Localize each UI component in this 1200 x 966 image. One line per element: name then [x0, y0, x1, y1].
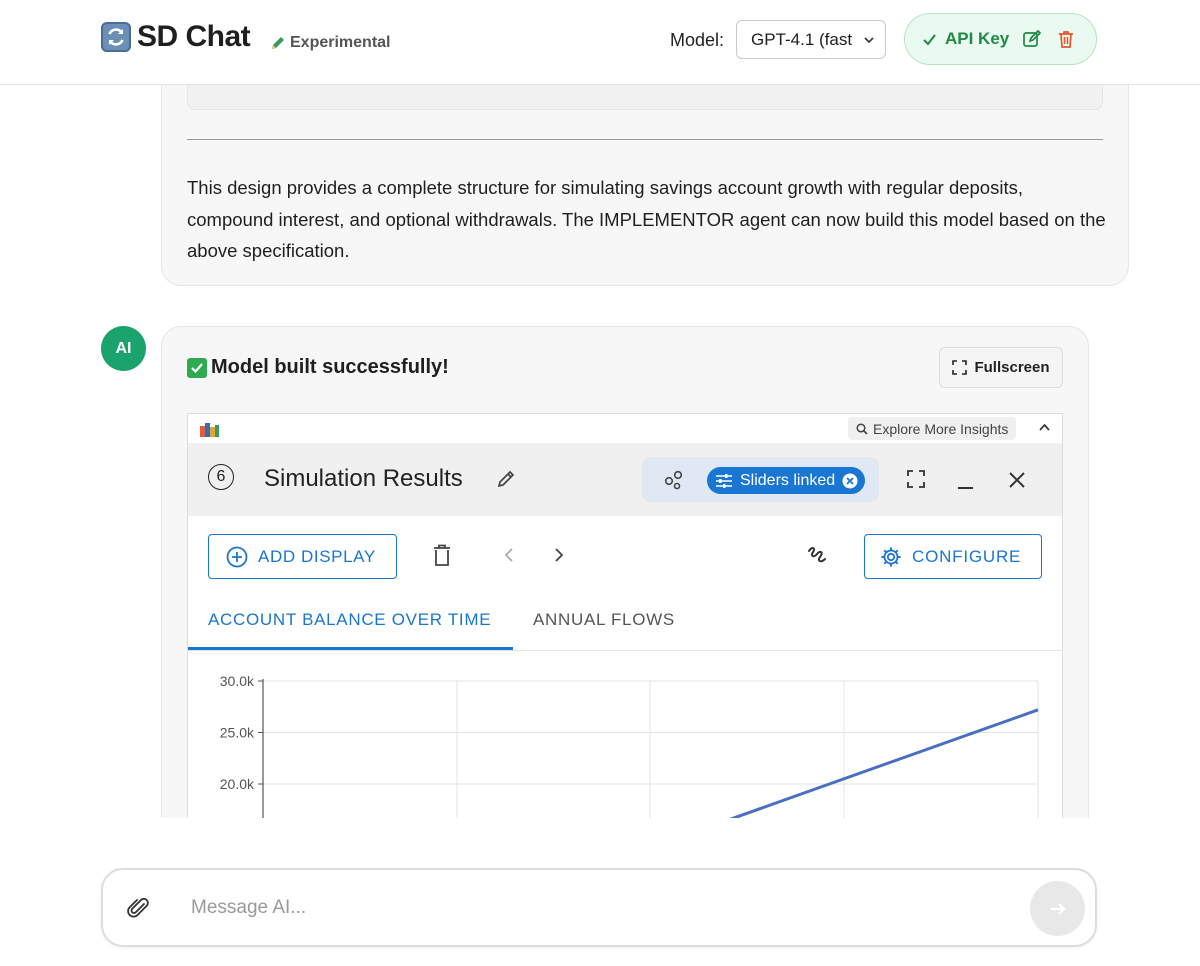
chevron-down-icon	[864, 37, 874, 44]
expand-icon[interactable]	[907, 470, 925, 488]
explore-insights-button[interactable]: Explore More Insights	[848, 417, 1017, 440]
api-key-status: API Key	[904, 13, 1097, 65]
paperclip-icon[interactable]	[127, 896, 151, 920]
configure-button[interactable]: CONFIGURE	[864, 534, 1042, 579]
tab-account-balance[interactable]: ACCOUNT BALANCE OVER TIME	[208, 610, 491, 630]
previous-message-text: This design provides a complete structur…	[187, 177, 1106, 261]
y-tick-label: 20.0k	[220, 776, 255, 792]
delete-display-icon[interactable]	[433, 544, 451, 566]
edit-icon[interactable]	[1022, 29, 1042, 49]
model-label: Model:	[670, 30, 725, 50]
chevron-up-icon[interactable]	[1038, 422, 1051, 432]
status-text: Model built successfully!	[211, 356, 449, 378]
divider	[187, 139, 1103, 140]
remove-chip-icon[interactable]	[842, 473, 858, 489]
search-icon	[856, 422, 868, 435]
y-tick-label: 25.0k	[220, 725, 255, 741]
panel-number: 6	[208, 464, 234, 490]
chevron-left-icon[interactable]	[504, 547, 514, 563]
series-line	[727, 708, 1039, 822]
edit-title-icon[interactable]	[496, 469, 516, 489]
panel-header: 6 Simulation Results Sliders linked	[188, 443, 1062, 516]
panel-title: Simulation Results	[264, 465, 463, 492]
experimental-badge: Experimental	[270, 34, 390, 52]
fullscreen-icon	[952, 360, 968, 375]
trash-icon[interactable]	[1056, 29, 1076, 49]
link-nodes-icon[interactable]	[664, 470, 684, 490]
balance-chart: 30.0k 25.0k 20.0k	[220, 673, 1039, 832]
widget-logo-icon	[200, 423, 219, 437]
active-tab-indicator	[188, 647, 513, 650]
check-icon	[923, 33, 936, 46]
avatar: AI	[101, 326, 146, 371]
app-logo-icon	[101, 22, 131, 52]
send-button[interactable]	[1030, 881, 1085, 936]
model-select-value: GPT-4.1 (fast	[751, 30, 853, 49]
panel-toolbar: ADD DISPLAY CONFIGURE	[188, 516, 1062, 598]
explore-label: Explore More Insights	[873, 420, 1009, 437]
fullscreen-label: Fullscreen	[974, 359, 1050, 376]
message-input[interactable]	[191, 890, 1011, 926]
sliders-linked-label: Sliders linked	[740, 471, 836, 489]
model-select[interactable]: GPT-4.1 (fast	[736, 20, 886, 59]
experimental-label: Experimental	[290, 34, 391, 51]
y-tick-label: 30.0k	[220, 673, 255, 689]
configure-label: CONFIGURE	[912, 546, 1022, 566]
minimize-icon[interactable]	[958, 487, 973, 489]
close-icon[interactable]	[1008, 471, 1026, 489]
message-composer	[101, 868, 1097, 947]
app-header: SD Chat Experimental Model: GPT-4.1 (fas…	[0, 0, 1200, 85]
sliders-icon	[716, 473, 732, 488]
squiggle-icon[interactable]	[806, 544, 830, 568]
arrow-right-icon	[1050, 902, 1066, 915]
api-key-label: API Key	[945, 29, 1010, 48]
display-tabs: ACCOUNT BALANCE OVER TIME ANNUAL FLOWS	[188, 598, 1062, 651]
chevron-right-icon[interactable]	[554, 547, 564, 563]
add-display-label: ADD DISPLAY	[258, 546, 376, 566]
widget-topbar: Explore More Insights	[188, 414, 1062, 443]
app-title: SD Chat	[137, 20, 251, 53]
simulation-widget: Explore More Insights 6 Simulation Resul…	[187, 413, 1063, 833]
sliders-linked-chip[interactable]: Sliders linked	[707, 467, 866, 494]
gear-icon	[881, 547, 901, 566]
status-message: Model built successfully!	[187, 356, 449, 379]
tab-annual-flows[interactable]: ANNUAL FLOWS	[533, 610, 675, 630]
check-mark-icon	[187, 357, 207, 378]
add-display-button[interactable]: ADD DISPLAY	[208, 534, 397, 579]
fullscreen-button[interactable]: Fullscreen	[939, 347, 1063, 388]
linking-controls: Sliders linked	[642, 457, 879, 502]
add-circle-icon	[226, 546, 248, 567]
pencil-icon	[272, 37, 284, 49]
